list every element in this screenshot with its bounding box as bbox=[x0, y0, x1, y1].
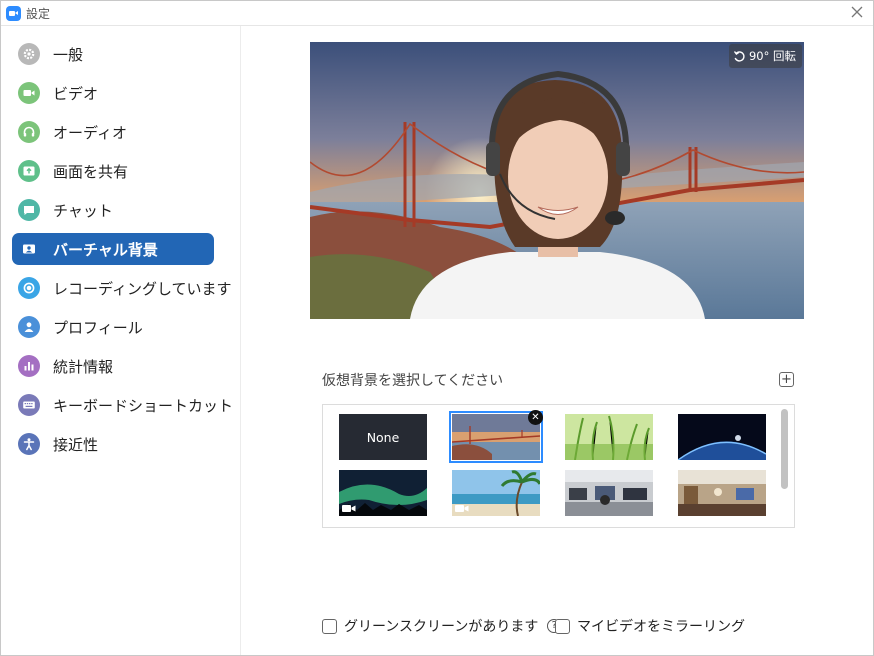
remove-background-button[interactable]: ✕ bbox=[528, 410, 543, 425]
background-cafe-interior[interactable] bbox=[678, 470, 766, 516]
rotate-icon bbox=[733, 50, 745, 62]
scrollbar-thumb[interactable] bbox=[781, 409, 788, 489]
window-title: 設定 bbox=[26, 7, 51, 21]
sidebar-item-label: 画面を共有 bbox=[53, 163, 129, 181]
mirror-video-label: マイビデオをミラーリング bbox=[577, 619, 745, 635]
video-badge-icon bbox=[455, 505, 469, 512]
green-screen-option: グリーンスクリーンがあります ? bbox=[322, 616, 562, 636]
profile-icon bbox=[18, 316, 40, 338]
video-badge-icon bbox=[342, 505, 356, 512]
mirror-video-option: マイビデオをミラーリング bbox=[555, 616, 745, 636]
sidebar-item-virtual-background[interactable]: バーチャル背景 bbox=[12, 233, 214, 265]
sidebar-item-audio[interactable]: オーディオ bbox=[12, 116, 214, 148]
video-preview: 90° 回転 bbox=[310, 42, 804, 319]
settings-sidebar: 一般 ビデオ オーディオ 画面を共有 チャット バーチャル背景 レコーディングし… bbox=[1, 26, 241, 655]
rotate-label: 90° 回転 bbox=[748, 49, 796, 63]
green-screen-checkbox[interactable] bbox=[322, 618, 337, 634]
gear-icon bbox=[18, 43, 40, 65]
background-thumbnails: None bbox=[322, 404, 795, 528]
sidebar-item-label: バーチャル背景 bbox=[53, 241, 158, 259]
virtual-background-icon bbox=[18, 238, 40, 260]
sidebar-item-profile[interactable]: プロフィール bbox=[12, 311, 214, 343]
background-aurora[interactable] bbox=[339, 470, 427, 516]
sidebar-item-keyboard-shortcuts[interactable]: キーボードショートカット bbox=[12, 389, 233, 421]
choose-background-label: 仮想背景を選択してください bbox=[322, 373, 504, 389]
background-green-grass[interactable] bbox=[565, 414, 653, 460]
background-golden-gate-bridge[interactable] bbox=[449, 411, 543, 463]
sidebar-item-label: 接近性 bbox=[53, 436, 99, 454]
green-screen-label: グリーンスクリーンがあります bbox=[344, 619, 539, 635]
thumbnails-scrollbar[interactable] bbox=[780, 407, 789, 523]
background-earth-from-space[interactable] bbox=[678, 414, 766, 460]
background-beach-palm[interactable] bbox=[452, 470, 540, 516]
keyboard-icon bbox=[18, 394, 40, 416]
background-none[interactable]: None bbox=[339, 414, 427, 460]
sidebar-item-chat[interactable]: チャット bbox=[12, 194, 214, 226]
sidebar-item-statistics[interactable]: 統計情報 bbox=[12, 350, 214, 382]
rotate-90-button[interactable]: 90° 回転 bbox=[728, 44, 802, 68]
preview-image bbox=[310, 42, 804, 319]
sidebar-item-label: チャット bbox=[53, 202, 113, 220]
plus-icon: + bbox=[781, 372, 792, 387]
sidebar-item-label: ビデオ bbox=[53, 85, 99, 103]
background-office-room[interactable] bbox=[565, 470, 653, 516]
remove-icon: ✕ bbox=[531, 412, 540, 423]
close-icon bbox=[851, 6, 863, 18]
statistics-icon bbox=[18, 355, 40, 377]
sidebar-item-share-screen[interactable]: 画面を共有 bbox=[12, 155, 214, 187]
sidebar-item-label: レコーディングしています bbox=[53, 280, 232, 298]
add-background-button[interactable]: + bbox=[779, 372, 794, 387]
zoom-app-icon bbox=[6, 6, 21, 21]
accessibility-icon bbox=[18, 433, 40, 455]
video-camera-icon bbox=[18, 82, 40, 104]
chat-icon bbox=[18, 199, 40, 221]
close-button[interactable] bbox=[847, 3, 867, 23]
sidebar-item-accessibility[interactable]: 接近性 bbox=[12, 428, 214, 460]
record-icon bbox=[18, 277, 40, 299]
sidebar-item-general[interactable]: 一般 bbox=[12, 38, 214, 70]
sidebar-item-label: オーディオ bbox=[53, 124, 127, 142]
mirror-video-checkbox[interactable] bbox=[555, 618, 570, 634]
sidebar-item-video[interactable]: ビデオ bbox=[12, 77, 214, 109]
share-screen-icon bbox=[18, 160, 40, 182]
background-none-label: None bbox=[366, 429, 400, 445]
settings-window: 設定 一般 ビデオ オーディオ 画面を共有 チャット バーチャル背景 レコーディ… bbox=[0, 0, 874, 656]
title-bar: 設定 bbox=[1, 1, 873, 26]
sidebar-item-label: キーボードショートカット bbox=[53, 397, 234, 415]
headphones-icon bbox=[18, 121, 40, 143]
sidebar-item-label: 一般 bbox=[53, 46, 84, 64]
sidebar-item-label: 統計情報 bbox=[53, 358, 114, 376]
sidebar-item-recording[interactable]: レコーディングしています bbox=[12, 272, 232, 304]
sidebar-item-label: プロフィール bbox=[53, 319, 143, 337]
